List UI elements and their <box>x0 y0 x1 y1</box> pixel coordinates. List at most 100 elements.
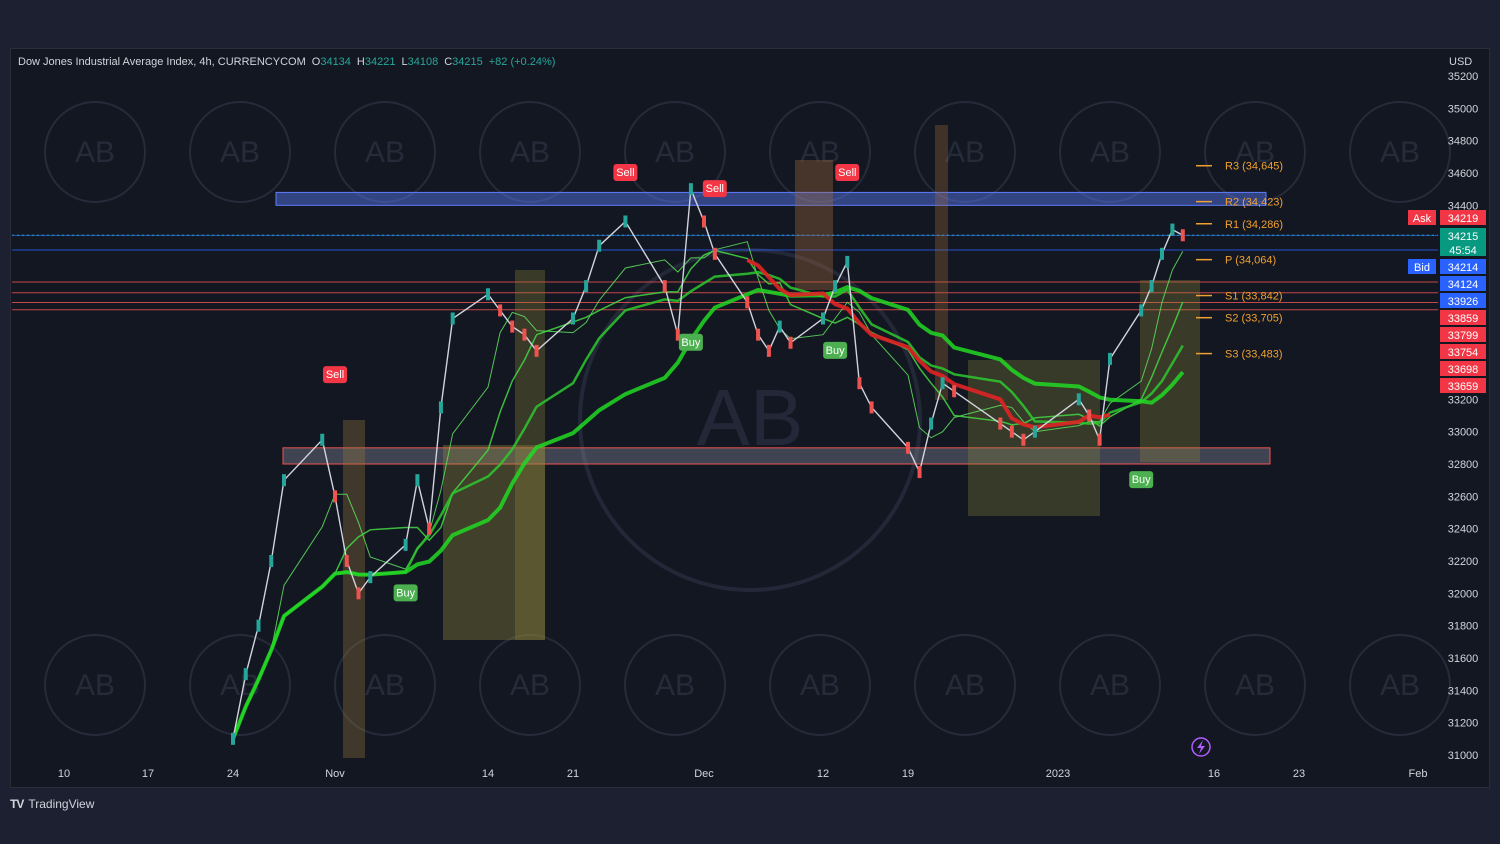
price-candle <box>333 490 337 503</box>
price-candle <box>1160 247 1164 260</box>
price-tag: 33926 <box>1440 293 1486 308</box>
pivot-label: S1 (33,842) <box>1225 291 1282 303</box>
price-candle <box>1032 425 1037 438</box>
price-candle <box>368 571 373 584</box>
y-tick-label: 31000 <box>1448 750 1479 762</box>
price-candle <box>1139 304 1144 317</box>
price-tag-value: 33859 <box>1448 313 1479 325</box>
buy-signal[interactable]: Buy <box>1129 471 1154 489</box>
price-tag-label: Bid <box>1414 262 1430 274</box>
price-tag: 33698 <box>1440 361 1486 376</box>
y-tick-label: 31200 <box>1448 718 1479 730</box>
x-tick-label: 19 <box>902 768 914 780</box>
price-candle <box>845 255 850 268</box>
price-candle <box>777 320 782 333</box>
price-candle <box>857 377 862 390</box>
watermark-text: AB <box>510 136 550 169</box>
price-candle <box>745 296 750 309</box>
x-tick-label: Nov <box>325 768 345 780</box>
price-candle <box>231 732 235 745</box>
signal-box <box>795 160 833 290</box>
watermark-text: AB <box>1380 136 1420 169</box>
signal-label: Sell <box>616 167 634 179</box>
signal-label: Buy <box>826 345 845 357</box>
price-candle <box>534 344 539 357</box>
watermark-text: AB <box>945 669 985 702</box>
tradingview-brand[interactable]: TV TradingView <box>10 797 94 811</box>
x-tick-label: 14 <box>482 768 494 780</box>
brand-label: TradingView <box>28 797 95 811</box>
price-candle <box>1087 409 1092 422</box>
price-candle <box>597 239 602 252</box>
price-candle <box>788 336 793 349</box>
buy-signal[interactable]: Buy <box>393 584 418 602</box>
x-tick-label: Dec <box>694 768 714 780</box>
price-tag-value: 34214 <box>1448 262 1479 274</box>
y-tick-label: 31400 <box>1448 685 1479 697</box>
watermark-text: AB <box>945 136 985 169</box>
price-candle <box>356 587 361 600</box>
price-tag: 33754 <box>1440 344 1486 359</box>
price-tag: 34215 45:54 <box>1440 228 1486 257</box>
x-tick-label: 17 <box>142 768 154 780</box>
resistance-zone <box>275 191 1267 206</box>
price-tag-value: 34219 <box>1448 213 1479 225</box>
watermark-text: AB <box>655 669 695 702</box>
buy-signal[interactable]: Buy <box>678 333 703 351</box>
price-tag-value: 34215 <box>1448 231 1479 243</box>
signal-label: Sell <box>706 183 724 195</box>
watermark-text: AB <box>1090 669 1130 702</box>
y-axis: 3520035000348003460034400342003400033800… <box>1448 71 1479 762</box>
price-candle <box>756 328 761 341</box>
price-candle <box>1009 425 1014 438</box>
price-tag-value: 33926 <box>1448 296 1479 308</box>
signal-label: Buy <box>681 337 700 349</box>
pivot-label: S2 (33,705) <box>1225 313 1282 325</box>
price-candle <box>269 555 274 567</box>
watermark-text: AB <box>75 136 115 169</box>
price-tag-value: 34124 <box>1448 279 1479 291</box>
y-tick-label: 35200 <box>1448 71 1479 83</box>
price-tag-value: 33659 <box>1448 381 1479 393</box>
y-tick-label: 31800 <box>1448 621 1479 633</box>
support-zone <box>282 447 1271 465</box>
price-candle <box>833 280 838 293</box>
price-tag-value: 33698 <box>1448 364 1479 376</box>
price-candle <box>427 522 432 535</box>
y-tick-label: 32200 <box>1448 556 1479 568</box>
sell-signal[interactable]: Sell <box>835 164 860 181</box>
price-candle <box>584 280 589 293</box>
signal-label: Sell <box>326 369 344 381</box>
price-candle <box>571 312 575 325</box>
price-candle <box>712 247 717 260</box>
price-candle <box>1076 393 1081 406</box>
x-tick-label: 23 <box>1293 768 1305 780</box>
price-candle <box>415 474 420 487</box>
price-candle <box>282 474 286 487</box>
price-candle <box>438 401 443 414</box>
price-candle <box>1097 433 1102 446</box>
price-candle <box>1180 229 1185 242</box>
price-tags: 34219 Ask 34215 45:54 34214 Bid 34124 33926 3385… <box>1408 210 1486 393</box>
sell-signal[interactable]: Sell <box>323 366 347 384</box>
price-candle <box>1108 352 1112 365</box>
watermark-text: AB <box>365 669 405 702</box>
y-tick-label: 33000 <box>1448 427 1479 439</box>
lightning-icon[interactable] <box>1191 737 1211 757</box>
sell-signal[interactable]: Sell <box>702 180 727 198</box>
y-tick-label: 32400 <box>1448 524 1479 536</box>
price-tag: 33859 <box>1440 310 1486 325</box>
signal-box <box>1140 280 1200 462</box>
sell-signal[interactable]: Sell <box>613 164 638 181</box>
x-tick-label: 10 <box>58 768 70 780</box>
watermark-text: AB <box>75 669 115 702</box>
price-tag: 34219 Ask <box>1408 210 1486 225</box>
y-tick-label: 32000 <box>1448 588 1479 600</box>
pivot-label: P (34,064) <box>1225 255 1276 267</box>
price-candle <box>486 288 490 301</box>
tradingview-logo-icon: TV <box>10 797 24 811</box>
price-tag-label: Ask <box>1413 213 1432 225</box>
buy-signal[interactable]: Buy <box>823 341 848 359</box>
price-chart[interactable]: ABABABABABABABABABABABABABABABABABABABAB… <box>0 0 1500 844</box>
price-candle <box>344 555 349 567</box>
